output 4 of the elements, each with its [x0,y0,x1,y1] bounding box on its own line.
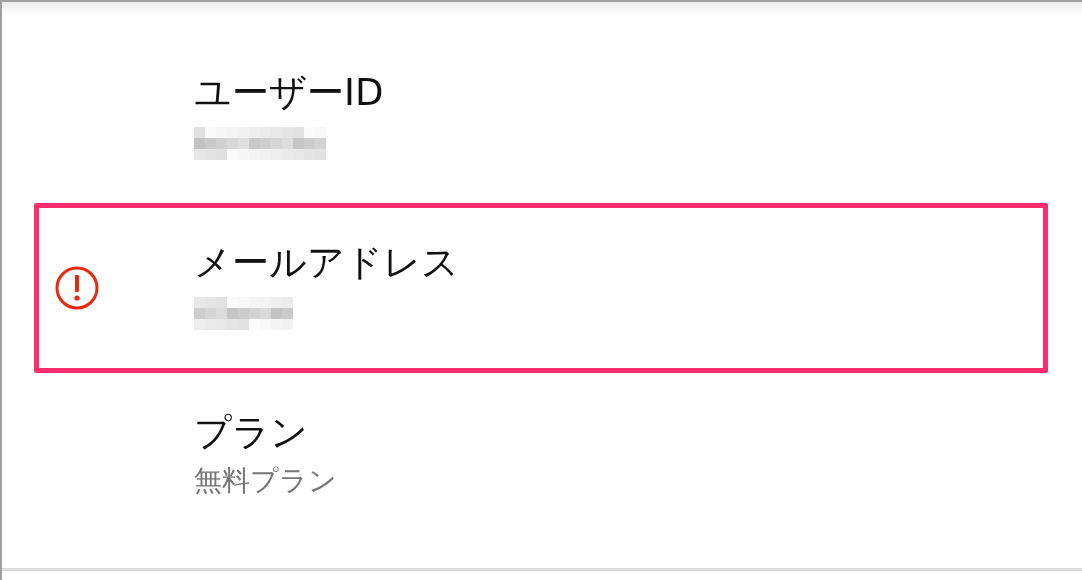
setting-title: ユーザーID [194,71,384,115]
setting-title: プラン [194,411,309,455]
setting-title: メールアドレス [194,241,459,285]
setting-value: 無料プラン [194,463,337,499]
